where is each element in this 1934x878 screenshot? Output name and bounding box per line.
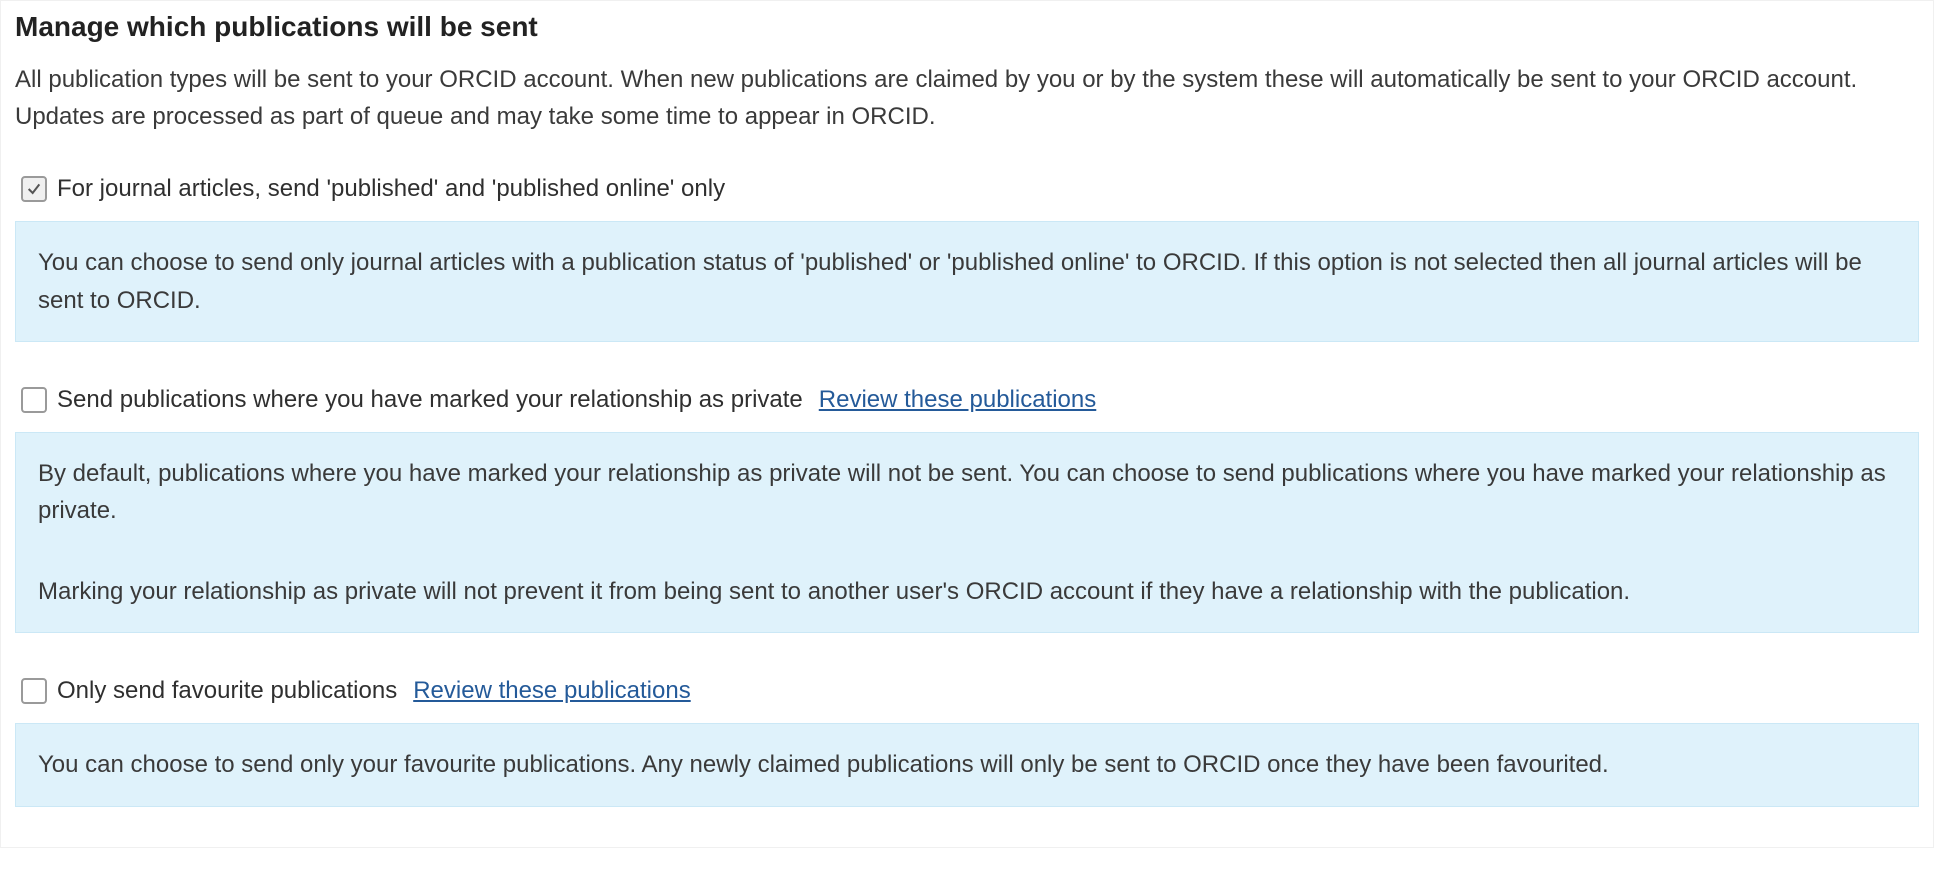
checkbox-journal-articles[interactable] [21, 176, 47, 202]
info-private-relationship-text1: By default, publications where you have … [38, 455, 1896, 529]
info-favourite-text: You can choose to send only your favouri… [38, 746, 1896, 783]
option-journal-articles-header: For journal articles, send 'published' a… [21, 175, 1919, 203]
option-favourite-header: Only send favourite publications Review … [21, 677, 1919, 705]
checkbox-favourite[interactable] [21, 678, 47, 704]
option-private-relationship: Send publications where you have marked … [15, 386, 1919, 634]
page-title: Manage which publications will be sent [15, 11, 1919, 43]
checkbox-private-relationship[interactable] [21, 387, 47, 413]
link-review-private-publications[interactable]: Review these publications [819, 386, 1097, 414]
option-journal-articles-label: For journal articles, send 'published' a… [57, 175, 725, 203]
info-private-relationship: By default, publications where you have … [15, 432, 1919, 634]
info-favourite: You can choose to send only your favouri… [15, 723, 1919, 806]
link-review-favourite-publications[interactable]: Review these publications [413, 677, 691, 705]
option-favourite: Only send favourite publications Review … [15, 677, 1919, 806]
option-journal-articles: For journal articles, send 'published' a… [15, 175, 1919, 341]
option-favourite-label: Only send favourite publications [57, 677, 397, 705]
checkmark-icon [26, 181, 42, 197]
info-journal-articles: You can choose to send only journal arti… [15, 221, 1919, 341]
info-private-relationship-text2: Marking your relationship as private wil… [38, 573, 1896, 610]
orcid-publications-settings-panel: Manage which publications will be sent A… [0, 0, 1934, 848]
option-private-relationship-header: Send publications where you have marked … [21, 386, 1919, 414]
page-description: All publication types will be sent to yo… [15, 61, 1875, 135]
info-journal-articles-text: You can choose to send only journal arti… [38, 244, 1896, 318]
option-private-relationship-label: Send publications where you have marked … [57, 386, 803, 414]
